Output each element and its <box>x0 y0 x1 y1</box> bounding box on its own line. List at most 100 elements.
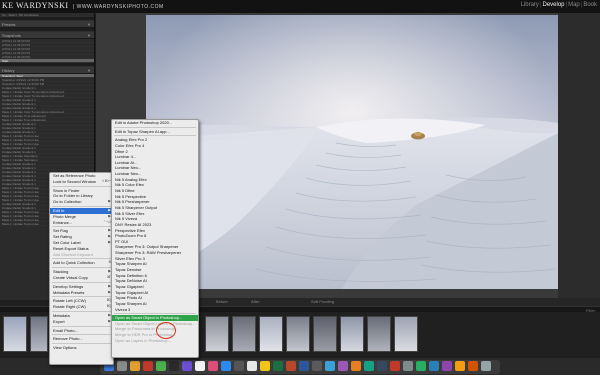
filmstrip-thumbnail[interactable] <box>286 316 310 352</box>
dock-app-icon[interactable] <box>143 361 153 371</box>
filmstrip-thumbnail[interactable] <box>30 316 48 352</box>
dock-app-icon[interactable] <box>156 361 166 371</box>
menu-item-metadata-presets[interactable]: Metadata Presets ▶ <box>50 290 113 296</box>
menu-item-add-shortcut-keyword: Add Shortcut Keyword <box>50 252 113 258</box>
filmstrip-thumbnail[interactable] <box>313 316 337 352</box>
dock-app-icon[interactable] <box>338 361 348 371</box>
filmstrip-thumbnail[interactable] <box>394 316 418 352</box>
dock-app-icon[interactable] <box>247 361 257 371</box>
module-library[interactable]: Library <box>521 2 539 8</box>
dock-app-icon[interactable] <box>377 361 387 371</box>
menu-item-label: Email Photo... <box>53 327 78 333</box>
menu-item-lock-to-second-window[interactable]: Lock to Second Window ⇧⌘↩ <box>50 179 113 185</box>
dock-app-icon[interactable] <box>169 361 179 371</box>
menu-item-add-to-quick-collection[interactable]: Add to Quick Collection B <box>50 260 113 266</box>
module-book[interactable]: Book <box>583 2 597 8</box>
menu-shortcut: ⌃⌥I <box>103 219 111 224</box>
menu-item-label: Topaz Denoise <box>115 267 142 273</box>
menu-item-label: Set Color Label <box>53 239 81 245</box>
menu-item-edit-in-topaz-sharpen-ai-app[interactable]: Edit in Topaz Sharpen AI.app... <box>112 129 198 135</box>
dock-app-icon[interactable] <box>351 361 361 371</box>
collapse-triangle-icon[interactable]: ▼ <box>87 22 91 27</box>
dock-app-icon[interactable] <box>117 361 127 371</box>
module-separator: | <box>565 2 568 8</box>
menu-item-rotate-right-cw[interactable]: Rotate Right (CW) ⌘] <box>50 304 113 310</box>
dock-app-icon[interactable] <box>429 361 439 371</box>
dock-app-icon[interactable] <box>312 361 322 371</box>
dock-app-icon[interactable] <box>468 361 478 371</box>
panel-header[interactable]: Snapshots ▼ <box>0 32 94 39</box>
filmstrip-thumbnail[interactable] <box>340 316 364 352</box>
menu-shortcut: ⇧⌘↩ <box>101 178 111 183</box>
menu-item-label: Stacking <box>53 269 69 275</box>
dock-app-icon[interactable] <box>234 361 244 371</box>
dock-app-icon[interactable] <box>195 361 205 371</box>
menu-separator <box>52 185 111 187</box>
menu-item-label: Color Efex Pro 4 <box>115 142 145 148</box>
menu-item-email-photo[interactable]: Email Photo... <box>50 328 113 334</box>
menu-item-label: Export <box>53 318 65 324</box>
menu-separator <box>52 296 111 298</box>
dock-app-icon[interactable] <box>299 361 309 371</box>
filmstrip-filter-label[interactable]: Filter: <box>586 308 596 313</box>
dock-app-icon[interactable] <box>403 361 413 371</box>
menu-item-go-to-collection[interactable]: Go to Collection ▶ <box>50 199 113 205</box>
filmstrip-thumbnail[interactable] <box>367 316 391 352</box>
dock-app-icon[interactable] <box>208 361 218 371</box>
collapse-triangle-icon[interactable]: ▼ <box>87 33 91 38</box>
panel-header[interactable]: History ▼ <box>0 67 94 74</box>
menu-item-view-options[interactable]: View Options <box>50 345 113 351</box>
menu-item-label: Reset Export Status <box>53 245 89 251</box>
dock-app-icon[interactable] <box>481 361 491 371</box>
filmstrip-thumbnail[interactable] <box>3 316 27 352</box>
menu-item-label: Nik 5 Color Efex <box>115 182 144 188</box>
dock-app-icon[interactable] <box>286 361 296 371</box>
main-photo <box>146 15 558 289</box>
menu-item-label: Metadata <box>53 312 70 318</box>
menu-item-viveza-3[interactable]: Viveza 3 <box>112 307 198 313</box>
menu-item-label: Topaz Gigapixel AI <box>115 289 149 295</box>
dock-app-icon[interactable] <box>130 361 140 371</box>
menu-item-label: Topaz Definition 6 <box>115 272 147 278</box>
soft-proofing-label[interactable]: Soft Proofing <box>311 300 334 304</box>
menu-item-remove-photo[interactable]: Remove Photo... <box>50 336 113 342</box>
module-map[interactable]: Map <box>568 2 580 8</box>
dock-app-icon[interactable] <box>442 361 452 371</box>
dock-app-icon[interactable] <box>364 361 374 371</box>
menu-item-label: Photo Merge <box>53 213 76 219</box>
menu-item-label: Nik 5 Analog Efex <box>115 176 147 182</box>
menu-item-label: Set as Reference Photo <box>53 173 96 178</box>
dock-app-icon[interactable] <box>455 361 465 371</box>
dock-app-icon[interactable] <box>260 361 270 371</box>
dock-app-icon[interactable] <box>273 361 283 371</box>
menu-item-label: Topaz Photo AI <box>115 295 142 301</box>
module-develop[interactable]: Develop <box>543 2 565 8</box>
dock-app-icon[interactable] <box>221 361 231 371</box>
collapse-triangle-icon[interactable]: ▼ <box>87 68 91 73</box>
menu-item-label: Luminar Neo... <box>115 165 142 171</box>
menu-item-create-virtual-copy[interactable]: Create Virtual Copy ⌘' <box>50 275 113 281</box>
menu-item-label: Open as Smart Object in Photoshop... <box>115 315 183 321</box>
menu-item-label: Remove Photo... <box>53 336 83 342</box>
menu-separator <box>52 310 111 312</box>
dock-app-icon[interactable] <box>416 361 426 371</box>
dock-app-icon[interactable] <box>182 361 192 371</box>
module-separator: | <box>539 2 542 8</box>
menu-item-label: Add Shortcut Keyword <box>53 251 93 257</box>
menu-item-edit-in-adobe-photoshop-2020[interactable]: Edit in Adobe Photoshop 2020... <box>112 120 198 126</box>
filmstrip-thumbnail[interactable] <box>232 316 256 352</box>
menu-item-label: Metadata Presets <box>53 289 85 295</box>
panel-header[interactable]: Presets ▼ <box>0 21 94 28</box>
dock-app-icon[interactable] <box>325 361 335 371</box>
identity-plate: KE WARDYNSKI | WWW.WARDYNSKIPHOTO.COM <box>2 1 164 10</box>
after-label[interactable]: After <box>251 300 259 304</box>
right-panel-edge <box>558 13 600 300</box>
menu-separator <box>52 281 111 283</box>
dock-app-icon[interactable] <box>390 361 400 371</box>
filmstrip-thumbnail[interactable] <box>205 316 229 352</box>
menu-separator <box>52 334 111 336</box>
menu-item-export[interactable]: Export ▶ <box>50 319 113 325</box>
before-label[interactable]: Before <box>216 300 228 304</box>
filmstrip-thumbnail[interactable] <box>259 316 283 352</box>
menu-item-enhance[interactable]: Enhance... ⌃⌥I <box>50 220 113 226</box>
